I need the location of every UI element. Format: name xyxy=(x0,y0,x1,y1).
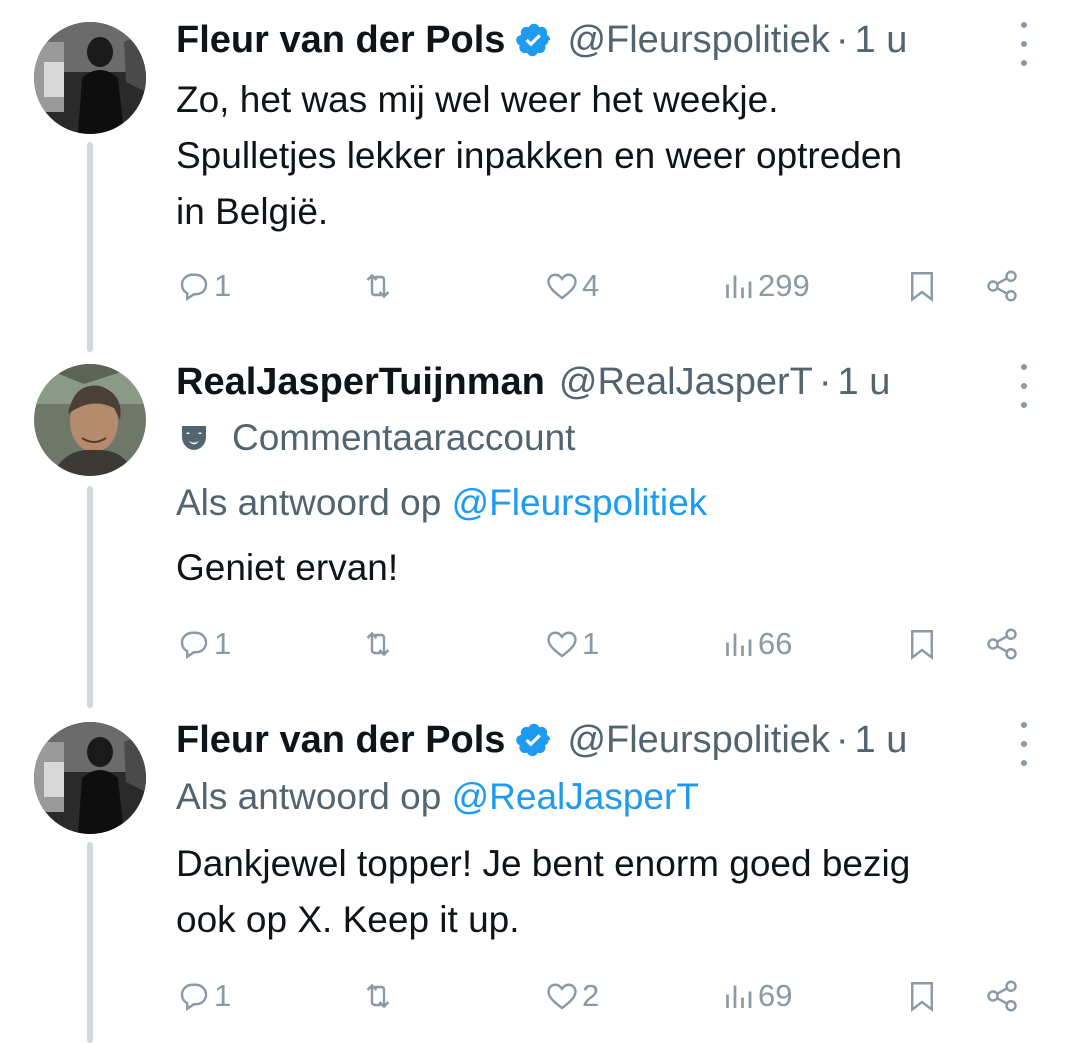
retweet-icon xyxy=(366,631,390,657)
like-button[interactable]: 1 xyxy=(544,624,599,664)
like-icon xyxy=(547,273,577,300)
reply-context: Als antwoord op @Fleurspolitiek xyxy=(176,482,707,524)
handle[interactable]: @Fleurspolitiek xyxy=(567,719,829,762)
action-bar: 1 2 69 xyxy=(176,976,1036,1016)
display-name[interactable]: RealJasperTuijnman xyxy=(176,361,545,404)
avatar[interactable] xyxy=(34,722,146,834)
action-bar: 1 1 66 xyxy=(176,624,1036,664)
share-icon xyxy=(987,980,1017,1012)
tweet-line: Spulletjes lekker inpakken en weer optre… xyxy=(176,135,903,176)
theater-mask-icon xyxy=(182,426,206,450)
bookmark-icon xyxy=(911,272,933,302)
bookmark-icon xyxy=(911,630,933,660)
views-icon xyxy=(726,633,752,656)
retweet-button[interactable] xyxy=(360,976,396,1016)
account-label: Commentaaraccount xyxy=(176,416,575,460)
view-count: 299 xyxy=(758,268,810,303)
retweet-button[interactable] xyxy=(360,266,396,306)
tweet-text: Dankjewel topper! Je bent enorm goed bez… xyxy=(176,836,1056,948)
display-name[interactable]: Fleur van der Pols xyxy=(176,19,505,62)
tweet-text: Zo, het was mij wel weer het weekje. Spu… xyxy=(176,72,1056,240)
retweet-icon xyxy=(366,983,390,1009)
separator: · xyxy=(818,360,832,403)
mention-link[interactable]: @RealJasperT xyxy=(452,776,699,817)
reply-count: 1 xyxy=(214,978,232,1013)
view-count: 69 xyxy=(758,978,793,1013)
reply-icon xyxy=(180,983,208,1011)
share-icon xyxy=(987,628,1017,660)
bookmark-icon xyxy=(911,982,933,1012)
mention-link[interactable]: @Fleurspolitiek xyxy=(452,482,708,523)
display-name[interactable]: Fleur van der Pols xyxy=(176,719,505,762)
handle[interactable]: @RealJasperT xyxy=(559,361,813,404)
avatar[interactable] xyxy=(34,364,146,476)
verified-icon xyxy=(515,721,553,759)
reply-count: 1 xyxy=(214,626,232,661)
reply-count: 1 xyxy=(214,268,232,303)
like-count: 2 xyxy=(582,978,600,1013)
tweet-line: Dankjewel topper! Je bent enorm goed bez… xyxy=(176,843,911,884)
like-count: 1 xyxy=(582,626,600,661)
view-count: 66 xyxy=(758,626,793,661)
like-icon xyxy=(547,631,577,658)
share-icon xyxy=(987,270,1017,302)
tweet[interactable]: RealJasperTuijnman @RealJasperT · 1 u Co… xyxy=(0,340,1080,696)
reply-prefix: Als antwoord op xyxy=(176,776,442,817)
tweet-line: ook op X. Keep it up. xyxy=(176,899,520,940)
handle[interactable]: @Fleurspolitiek xyxy=(567,19,829,62)
tweet-line: Geniet ervan! xyxy=(176,547,399,588)
like-button[interactable]: 4 xyxy=(544,266,599,306)
separator: · xyxy=(835,18,849,61)
reply-prefix: Als antwoord op xyxy=(176,482,442,523)
more-icon[interactable] xyxy=(1010,22,1038,66)
reply-button[interactable]: 1 xyxy=(176,624,231,664)
avatar[interactable] xyxy=(34,22,146,134)
bookmark-button[interactable] xyxy=(904,624,940,664)
separator: · xyxy=(835,718,849,761)
retweet-button[interactable] xyxy=(360,624,396,664)
verified-icon xyxy=(515,21,553,59)
bookmark-button[interactable] xyxy=(904,266,940,306)
tweet[interactable]: Fleur van der Pols @Fleurspolitiek · 1 u… xyxy=(0,696,1080,1043)
action-bar: 1 4 299 xyxy=(176,266,1036,306)
bookmark-button[interactable] xyxy=(904,976,940,1016)
views-icon xyxy=(726,275,752,298)
reply-button[interactable]: 1 xyxy=(176,976,231,1016)
share-button[interactable] xyxy=(984,624,1020,664)
like-button[interactable]: 2 xyxy=(544,976,599,1016)
timestamp[interactable]: 1 u xyxy=(855,19,908,62)
reply-context: Als antwoord op @RealJasperT xyxy=(176,776,699,818)
views-icon xyxy=(726,985,752,1008)
views-button[interactable]: 69 xyxy=(720,976,792,1016)
share-button[interactable] xyxy=(984,976,1020,1016)
tweet-text: Geniet ervan! xyxy=(176,540,1056,596)
reply-button[interactable]: 1 xyxy=(176,266,231,306)
views-button[interactable]: 299 xyxy=(720,266,810,306)
tweet-line: in België. xyxy=(176,191,329,232)
timestamp[interactable]: 1 u xyxy=(838,361,891,404)
like-count: 4 xyxy=(582,268,600,303)
views-button[interactable]: 66 xyxy=(720,624,792,664)
like-icon xyxy=(547,983,577,1010)
retweet-icon xyxy=(366,273,390,299)
tweet[interactable]: Fleur van der Pols @Fleurspolitiek · 1 u… xyxy=(0,0,1080,340)
reply-icon xyxy=(180,273,208,301)
more-icon[interactable] xyxy=(1010,722,1038,766)
account-label-text: Commentaaraccount xyxy=(232,417,576,458)
more-icon[interactable] xyxy=(1010,364,1038,408)
timestamp[interactable]: 1 u xyxy=(855,719,908,762)
reply-icon xyxy=(180,631,208,659)
tweet-line: Zo, het was mij wel weer het weekje. xyxy=(176,79,779,120)
share-button[interactable] xyxy=(984,266,1020,306)
